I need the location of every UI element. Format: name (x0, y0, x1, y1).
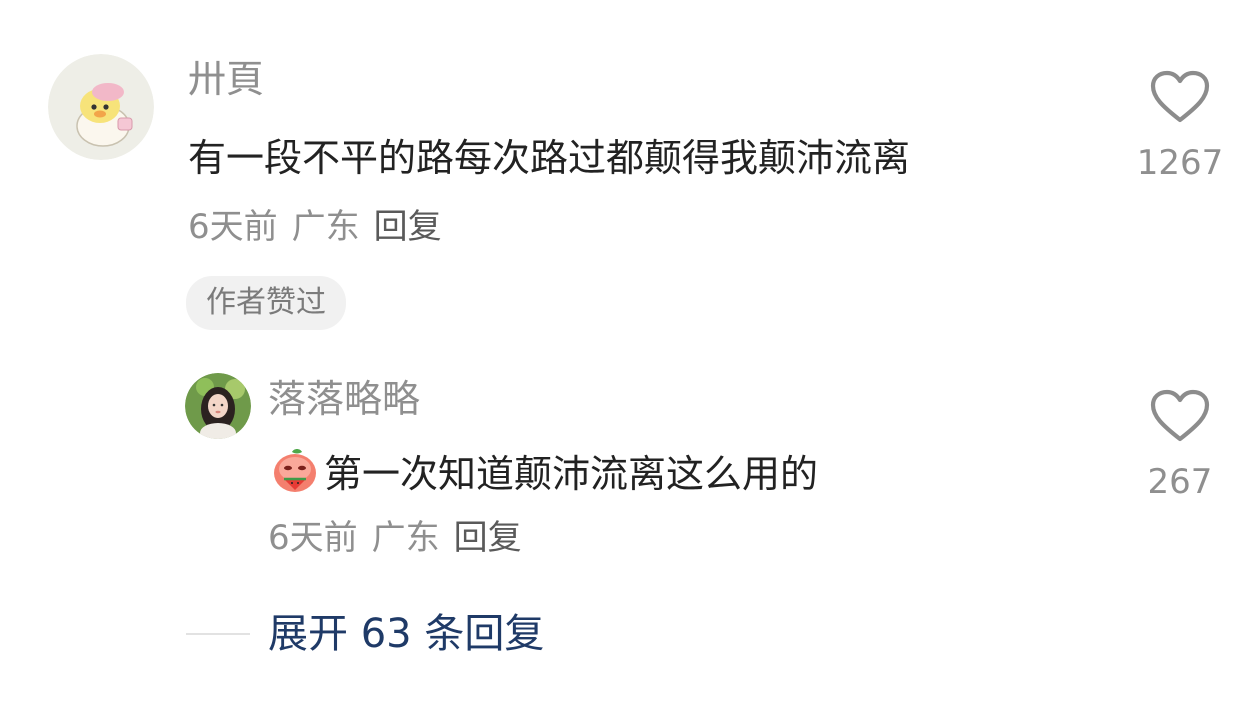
watermelon-face-emoji-icon (270, 446, 320, 502)
girl-photo-avatar-icon (185, 373, 251, 439)
reply-button[interactable]: 回复 (454, 521, 522, 555)
location: 广东 (291, 207, 360, 247)
avatar[interactable] (185, 373, 251, 439)
heart-icon (1150, 70, 1210, 123)
timestamp: 6天前 (188, 207, 278, 247)
comment-meta: 6天前 广东 回复 (268, 521, 522, 555)
expand-replies[interactable]: 展开 63 条回复 (186, 614, 544, 654)
duck-avatar-icon (48, 54, 154, 160)
reply-button[interactable]: 回复 (374, 210, 442, 244)
comment-text: 第一次知道颠沛流离这么用的 (270, 446, 818, 502)
comment-meta: 6天前 广东 回复 (188, 210, 442, 244)
timestamp: 6天前 (268, 518, 358, 558)
like-count: 1267 (1136, 143, 1224, 183)
comment-text: 有一段不平的路每次路过都颠得我颠沛流离 (188, 139, 910, 177)
heart-icon (1150, 389, 1210, 442)
avatar[interactable] (48, 54, 154, 160)
author-liked-badge: 作者赞过 (186, 276, 346, 330)
divider-line (186, 633, 250, 635)
like-button[interactable]: 1267 (1135, 70, 1225, 180)
comment-thread: 卅頁 有一段不平的路每次路过都颠得我颠沛流离 6天前 广东 回复 作者赞过 1267… (0, 0, 1260, 718)
expand-replies-link[interactable]: 展开 63 条回复 (268, 614, 544, 654)
location: 广东 (371, 518, 440, 558)
comment-text-body: 有一段不平的路每次路过都颠得我颠沛流离 (188, 136, 911, 180)
like-button[interactable]: 267 (1135, 389, 1225, 499)
comment-text-body: 第一次知道颠沛流离这么用的 (324, 452, 819, 496)
username[interactable]: 落落略略 (268, 380, 420, 418)
like-count: 267 (1147, 462, 1213, 502)
username[interactable]: 卅頁 (188, 60, 264, 98)
